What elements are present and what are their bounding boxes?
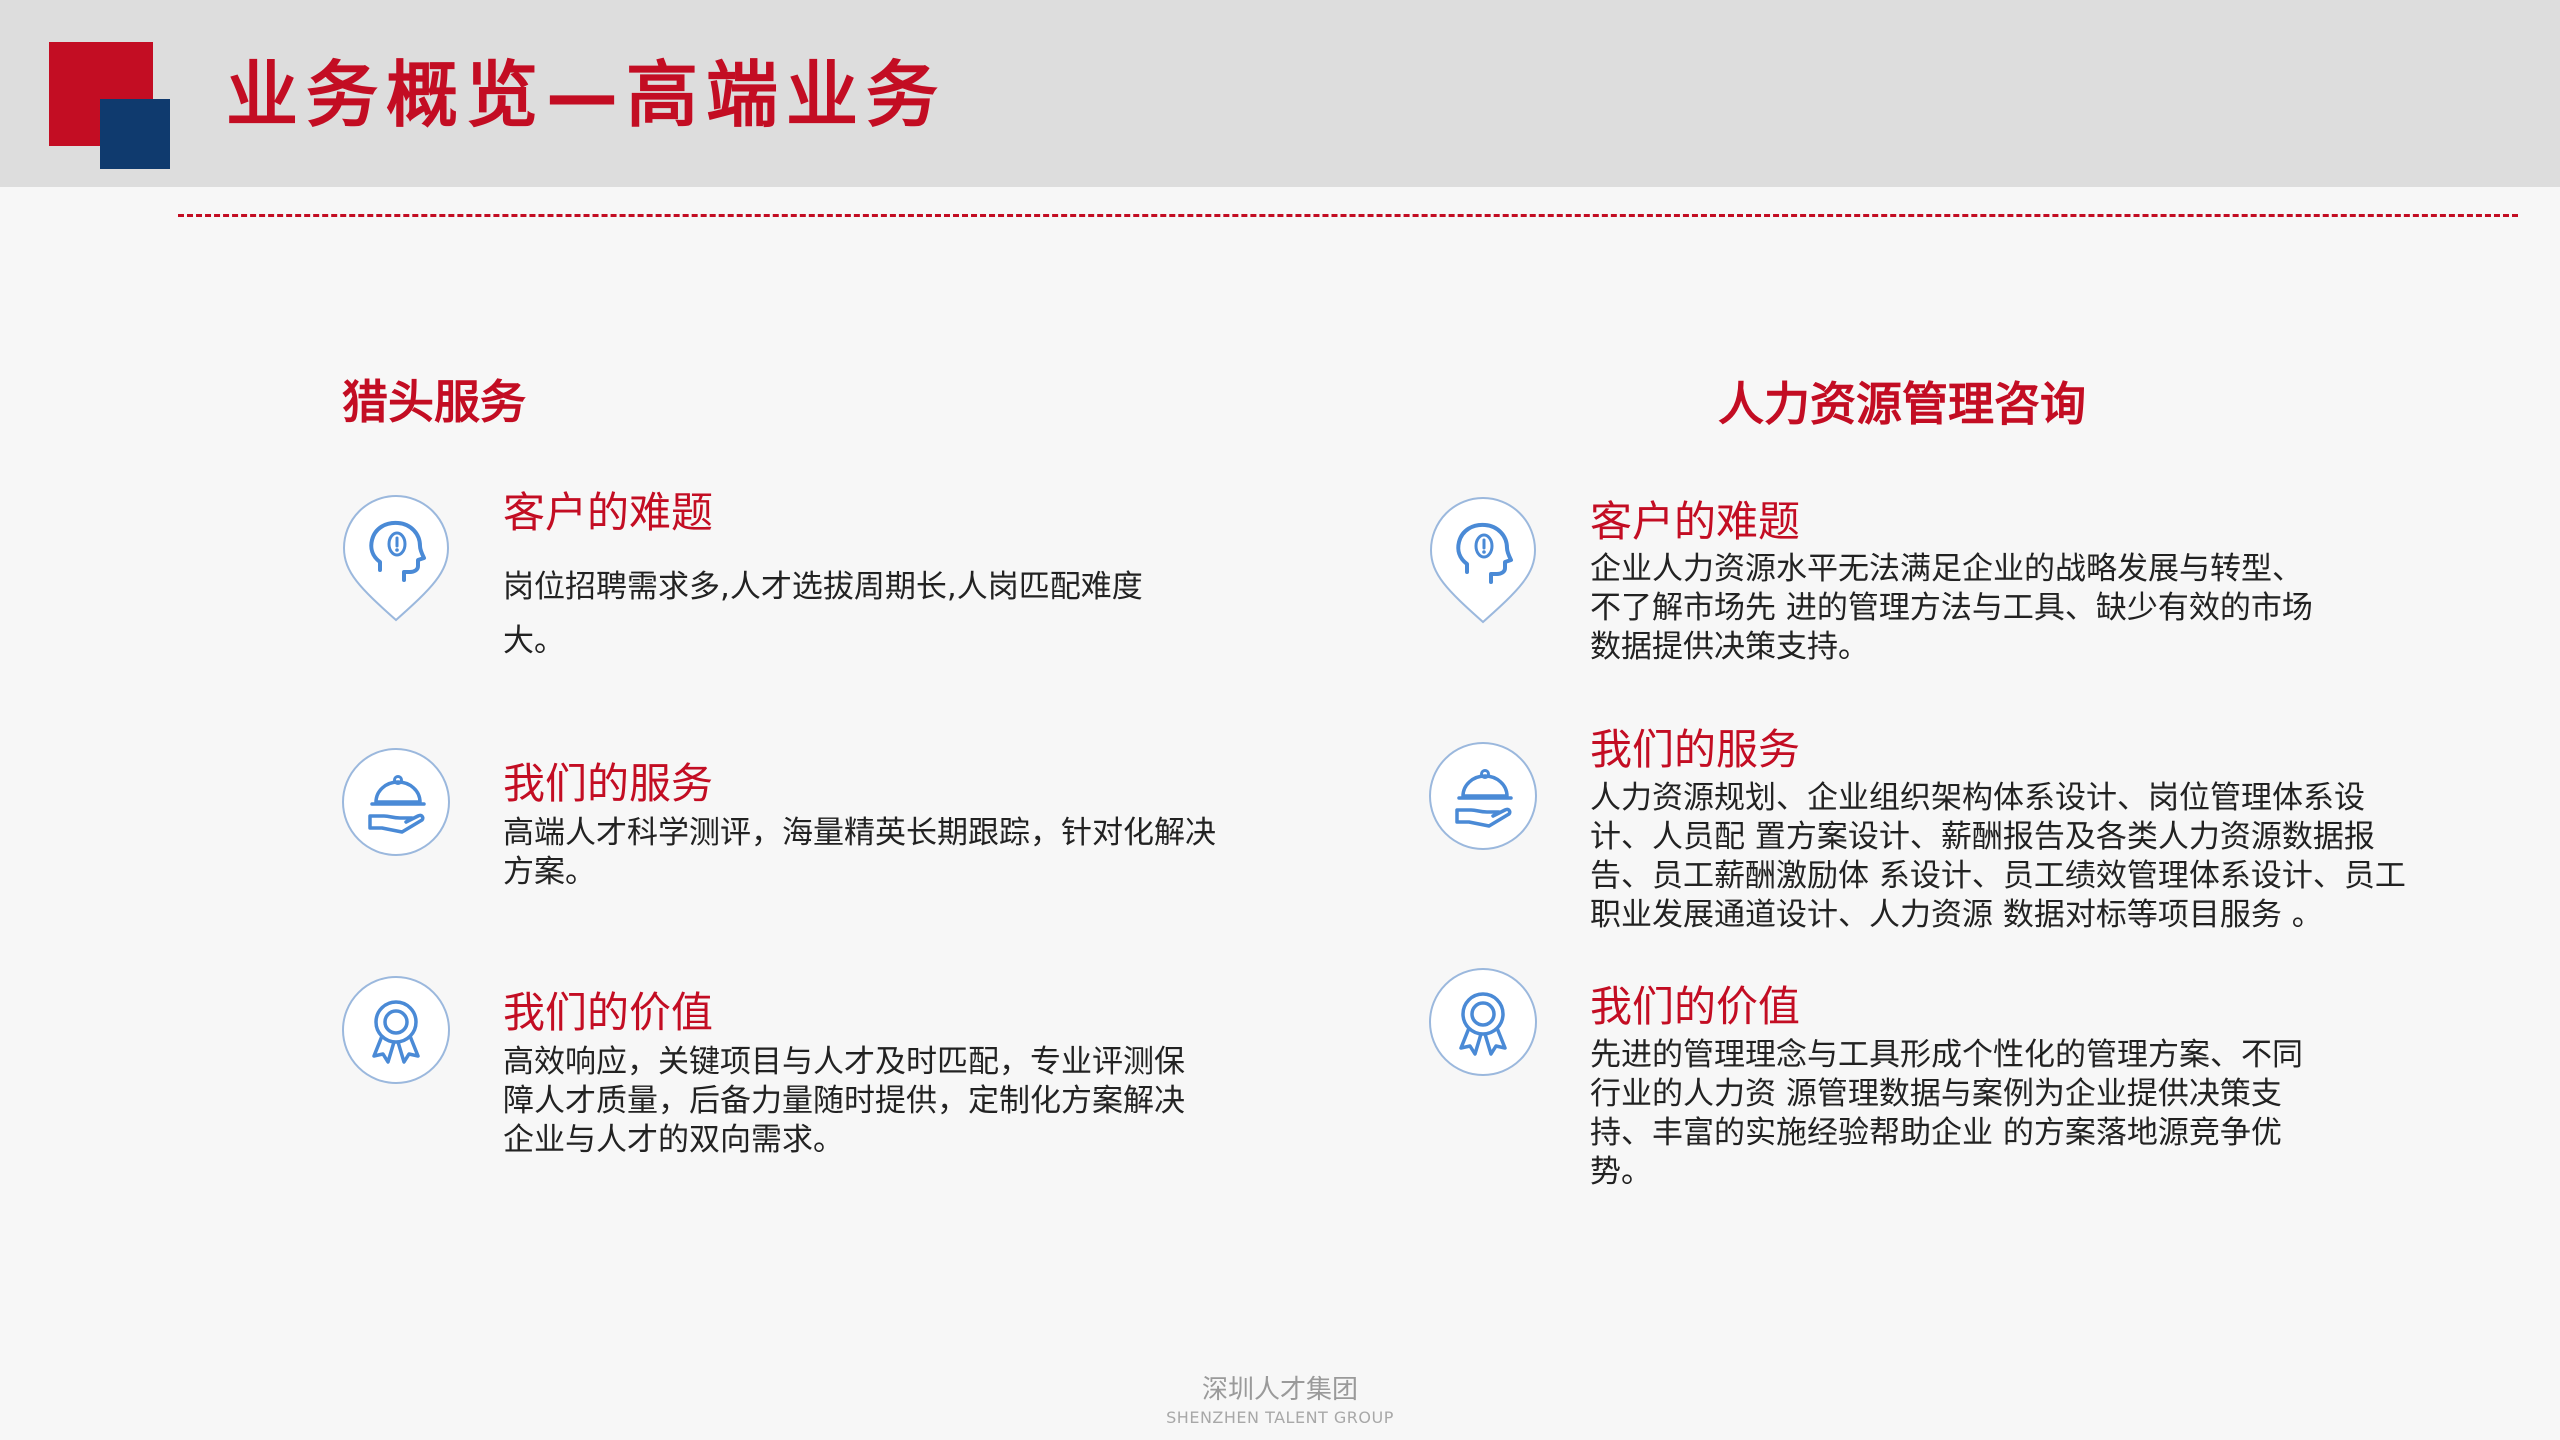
left-block-2-body: 高端人才科学测评，海量精英长期跟踪，针对化解决方案。 <box>503 815 1216 890</box>
head-exclamation-icon <box>340 492 452 628</box>
service-cloche-icon <box>1427 740 1539 856</box>
award-medal-icon <box>1427 966 1539 1082</box>
dashed-divider <box>178 214 2518 217</box>
left-block-3-body: 高效响应，关键项目与人才及时匹配，专业评测保障人才质量，后备力量随时提供，定制化… <box>503 1044 1185 1158</box>
right-column-title: 人力资源管理咨询 <box>1718 377 2086 431</box>
left-block-1-body: 岗位招聘需求多,人才选拔周期长,人岗匹配难度大。 <box>503 569 1143 659</box>
head-exclamation-icon <box>1427 494 1539 630</box>
footer-company-cn: 深圳人才集团 <box>1201 1375 1358 1405</box>
right-block-3-heading: 我们的价值 <box>1590 982 1801 1031</box>
right-block-1-body: 企业人力资源水平无法满足企业的战略发展与转型、不了解市场先 进的管理方法与工具、… <box>1590 551 2313 665</box>
footer-company-en: SHENZHEN TALENT GROUP <box>1166 1408 1394 1427</box>
page-title: 业务概览—高端业务 <box>226 53 947 137</box>
service-cloche-icon <box>340 746 452 862</box>
right-block-2-heading: 我们的服务 <box>1590 725 1801 774</box>
right-block-3-body: 先进的管理理念与工具形成个性化的管理方案、不同行业的人力资 源管理数据与案例为企… <box>1590 1037 2303 1190</box>
logo-blue-square <box>100 99 170 169</box>
left-block-1-heading: 客户的难题 <box>503 488 714 537</box>
left-column-title: 猎头服务 <box>342 375 526 429</box>
right-block-1-heading: 客户的难题 <box>1590 497 1801 546</box>
left-block-3-heading: 我们的价值 <box>503 988 714 1037</box>
award-medal-icon <box>340 974 452 1090</box>
right-block-2-body: 人力资源规划、企业组织架构体系设计、岗位管理体系设计、人员配 置方案设计、薪酬报… <box>1590 780 2406 933</box>
left-block-2-heading: 我们的服务 <box>503 759 714 808</box>
